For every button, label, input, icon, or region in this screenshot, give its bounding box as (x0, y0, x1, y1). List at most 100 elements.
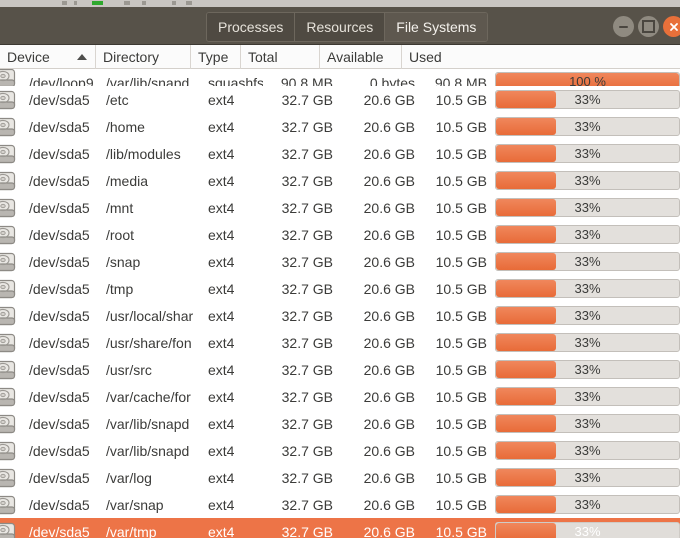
column-header-used[interactable]: Used (402, 45, 680, 69)
table-row[interactable]: /dev/sda5/usr/src ext4 32.7 GB 20.6 GB 10.5 … (0, 356, 680, 383)
cell-used: 10.5 GB (435, 442, 487, 459)
disk-icon (0, 248, 29, 275)
cell-total: 32.7 GB (281, 469, 333, 486)
cell-usage-bar: 33% (495, 387, 680, 406)
usage-progress-bar: 33% (495, 198, 680, 217)
cell-total: 32.7 GB (281, 307, 333, 324)
cell-available: 20.6 GB (363, 91, 415, 108)
cell-total: 32.7 GB (281, 226, 333, 243)
cell-available: 20.6 GB (363, 496, 415, 513)
usage-percent-label: 33% (574, 470, 601, 485)
table-row[interactable]: /dev/sda5/media ext4 32.7 GB 20.6 GB 10.5 GB… (0, 167, 680, 194)
usage-percent-label: 33% (574, 173, 601, 188)
cell-usage-bar: 33% (495, 414, 680, 433)
cell-used: 10.5 GB (435, 523, 487, 538)
cell-device: /dev/sda5 (29, 280, 90, 297)
disk-icon (0, 356, 29, 383)
column-header-total-label: Total (248, 48, 278, 65)
cell-directory: /etc (106, 91, 129, 108)
cell-usage-bar: 33% (495, 495, 680, 514)
cell-used: 10.5 GB (435, 361, 487, 378)
table-row[interactable]: /dev/sda5/root ext4 32.7 GB 20.6 GB 10.5 GB 3… (0, 221, 680, 248)
usage-percent-label: 33% (574, 146, 601, 161)
cell-usage-bar: 33% (495, 117, 680, 136)
table-row[interactable]: /dev/sda5/var/tmp ext4 32.7 GB 20.6 GB 10.5 … (0, 518, 680, 538)
usage-progress-bar: 33% (495, 441, 680, 460)
usage-percent-label: 33% (574, 389, 601, 404)
table-row[interactable]: /dev/sda5/lib/modules ext4 32.7 GB 20.6 GB 1… (0, 140, 680, 167)
cell-usage-bar: 100 % (495, 72, 680, 86)
usage-percent-label: 33% (574, 227, 601, 242)
column-header-available[interactable]: Available (320, 44, 402, 69)
close-icon[interactable] (663, 16, 680, 37)
cell-total: 32.7 GB (281, 280, 333, 297)
cell-available: 20.6 GB (363, 199, 415, 216)
column-header-total[interactable]: Total (241, 44, 320, 69)
table-row[interactable]: /dev/sda5/var/log ext4 32.7 GB 20.6 GB 10.5 … (0, 464, 680, 491)
cell-used: 10.5 GB (435, 145, 487, 162)
column-header-device[interactable]: Device (0, 44, 96, 69)
usage-progress-bar: 33% (495, 117, 680, 136)
table-row[interactable]: /dev/loop9/var/lib/snapd squashfs 90.8 MB 0… (0, 69, 680, 86)
maximize-icon[interactable] (638, 16, 659, 37)
cell-used: 10.5 GB (435, 307, 487, 324)
usage-percent-label: 100 % (569, 74, 606, 86)
table-row[interactable]: /dev/sda5/var/cache/for ext4 32.7 GB 20.6 G… (0, 383, 680, 410)
cell-available: 20.6 GB (363, 253, 415, 270)
table-row[interactable]: /dev/sda5/usr/local/shar ext4 32.7 GB 20.6 … (0, 302, 680, 329)
cell-used: 10.5 GB (435, 226, 487, 243)
usage-percent-label: 33% (574, 362, 601, 377)
tab-file-systems[interactable]: File Systems (385, 13, 488, 41)
cell-directory: /mnt (106, 199, 134, 216)
usage-percent-label: 33% (574, 524, 601, 538)
cell-directory: /var/log (106, 469, 152, 486)
cell-total: 32.7 GB (281, 334, 333, 351)
cell-type: ext4 (208, 91, 235, 108)
background-window-strip (0, 0, 680, 7)
cell-device: /dev/sda5 (29, 91, 90, 108)
disk-icon (0, 464, 29, 491)
cell-directory: /media (106, 172, 149, 189)
cell-used: 10.5 GB (435, 334, 487, 351)
file-systems-table[interactable]: /dev/loop9/var/lib/snapd squashfs 90.8 MB 0… (0, 69, 680, 538)
minimize-icon[interactable] (613, 16, 634, 37)
table-row[interactable]: /dev/sda5/mnt ext4 32.7 GB 20.6 GB 10.5 GB 33… (0, 194, 680, 221)
cell-type: ext4 (208, 469, 235, 486)
tab-bar: Processes Resources File Systems (206, 12, 489, 42)
usage-progress-bar: 33% (495, 90, 680, 109)
table-row[interactable]: /dev/sda5/var/lib/snapd ext4 32.7 GB 20.6 G… (0, 437, 680, 464)
cell-directory: /usr/share/fon (106, 334, 192, 351)
table-row[interactable]: /dev/sda5/usr/share/fon ext4 32.7 GB 20.6 G… (0, 329, 680, 356)
column-header-type[interactable]: Type (191, 44, 241, 69)
cell-available: 20.6 GB (363, 280, 415, 297)
cell-directory: /home (106, 118, 145, 135)
table-row[interactable]: /dev/sda5/snap ext4 32.7 GB 20.6 GB 10.5 GB 3… (0, 248, 680, 275)
cell-type: ext4 (208, 172, 235, 189)
cell-device: /dev/sda5 (29, 334, 90, 351)
cell-usage-bar: 33% (495, 441, 680, 460)
disk-icon (0, 302, 29, 329)
usage-percent-label: 33% (574, 335, 601, 350)
cell-available: 0 bytes (369, 75, 415, 86)
cell-type: ext4 (208, 118, 235, 135)
cell-device: /dev/sda5 (29, 172, 90, 189)
disk-icon (0, 491, 29, 518)
cell-device: /dev/sda5 (29, 496, 90, 513)
column-header-device-label: Device (7, 48, 50, 65)
cell-type: ext4 (208, 145, 235, 162)
tab-processes[interactable]: Processes (207, 13, 296, 41)
table-row[interactable]: /dev/sda5/home ext4 32.7 GB 20.6 GB 10.5 GB 3… (0, 113, 680, 140)
column-header-used-label: Used (409, 48, 442, 65)
cell-total: 32.7 GB (281, 523, 333, 538)
table-row[interactable]: /dev/sda5/etc ext4 32.7 GB 20.6 GB 10.5 GB 33… (0, 86, 680, 113)
table-row[interactable]: /dev/sda5/tmp ext4 32.7 GB 20.6 GB 10.5 GB 33… (0, 275, 680, 302)
tab-resources[interactable]: Resources (295, 13, 386, 41)
column-header-directory[interactable]: Directory (96, 44, 191, 69)
table-row[interactable]: /dev/sda5/var/lib/snapd ext4 32.7 GB 20.6 G… (0, 410, 680, 437)
cell-available: 20.6 GB (363, 361, 415, 378)
cell-directory: /var/lib/snapd (106, 415, 190, 432)
cell-device: /dev/sda5 (29, 523, 90, 538)
disk-icon (0, 86, 29, 113)
cell-type: ext4 (208, 496, 235, 513)
table-row[interactable]: /dev/sda5/var/snap ext4 32.7 GB 20.6 GB 10.5… (0, 491, 680, 518)
